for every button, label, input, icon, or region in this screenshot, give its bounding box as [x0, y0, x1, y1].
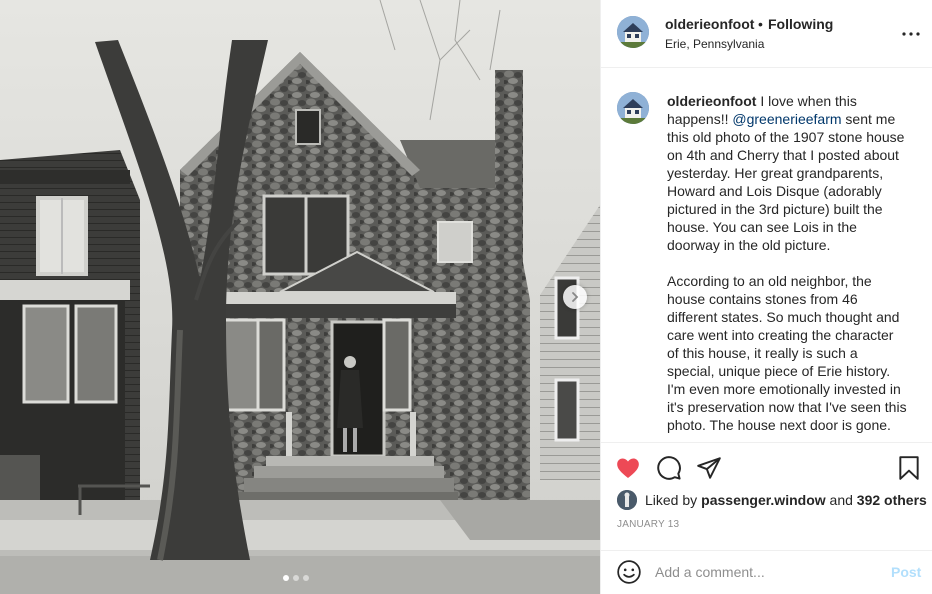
follow-status-button[interactable]: Following — [768, 16, 833, 32]
comment-bubble-icon — [657, 456, 681, 480]
bookmark-icon — [899, 456, 919, 480]
liker-avatar[interactable] — [617, 490, 637, 510]
caption-author-avatar[interactable] — [617, 92, 649, 124]
save-button[interactable] — [896, 455, 922, 481]
emoji-button[interactable] — [616, 559, 642, 585]
caption-section: olderieonfoot I love when this happens!!… — [601, 68, 932, 442]
paper-plane-icon — [697, 457, 721, 479]
likes-summary: Liked by passenger.window and 392 others — [617, 489, 927, 511]
caption-mention-link[interactable]: @greenerieefarm — [732, 111, 841, 127]
carousel-dot-2 — [293, 575, 299, 581]
post-side-panel: olderieonfoot • Following Erie, Pennsylv… — [600, 0, 932, 594]
comment-button[interactable] — [656, 455, 682, 481]
post-comment-button[interactable]: Post — [891, 564, 921, 580]
post-photo[interactable] — [0, 0, 600, 594]
carousel-dot-3 — [303, 575, 309, 581]
post-header: olderieonfoot • Following Erie, Pennsylv… — [601, 0, 932, 68]
carousel-dot-1 — [283, 575, 289, 581]
likes-middle: and — [825, 492, 857, 508]
carousel-indicators — [283, 575, 309, 581]
house-avatar-image — [617, 92, 649, 124]
like-button[interactable] — [615, 455, 641, 481]
smiley-icon — [617, 560, 641, 584]
liker-username[interactable]: passenger.window — [701, 492, 825, 508]
likes-count-link[interactable]: 392 others — [857, 492, 927, 508]
share-button[interactable] — [696, 455, 722, 481]
more-options-button[interactable] — [899, 24, 923, 44]
old-stone-house-photo — [0, 0, 600, 594]
post-date[interactable]: JANUARY 13 — [617, 519, 679, 530]
location-link[interactable]: Erie, Pennsylvania — [665, 37, 764, 51]
separator-dot: • — [758, 16, 763, 32]
caption-body-part2: sent me this old photo of the 1907 stone… — [667, 111, 907, 433]
comment-bar: Post — [601, 550, 932, 594]
more-horizontal-icon — [902, 32, 920, 36]
heart-filled-icon — [617, 458, 639, 478]
next-slide-button[interactable] — [563, 285, 587, 309]
author-avatar[interactable] — [617, 16, 649, 48]
person-avatar-image — [617, 490, 637, 510]
chevron-right-icon — [572, 292, 579, 302]
caption-username[interactable]: olderieonfoot — [667, 93, 756, 109]
likes-prefix: Liked by — [645, 492, 698, 508]
comment-input[interactable] — [655, 559, 875, 585]
caption-text: olderieonfoot I love when this happens!!… — [667, 92, 907, 434]
author-username[interactable]: olderieonfoot — [665, 16, 754, 32]
post-actions: Liked by passenger.window and 392 others… — [601, 442, 932, 550]
house-avatar-image — [617, 16, 649, 48]
